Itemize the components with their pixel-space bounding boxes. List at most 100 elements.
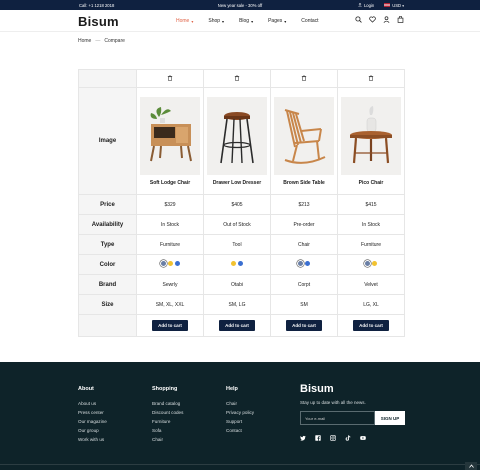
nav-pages-label: Pages	[268, 18, 283, 24]
empty-cell	[78, 314, 137, 337]
instagram-icon[interactable]	[330, 435, 336, 441]
twitter-icon[interactable]	[300, 435, 306, 441]
top-bar: Call: +1 1218 2018 New year sale - 30% o…	[0, 0, 480, 10]
trash-icon[interactable]	[301, 74, 307, 81]
nav-home[interactable]: Home ▾	[176, 18, 193, 24]
footer-logo[interactable]: Bisum	[300, 383, 405, 395]
cart-cell: Add to cart	[136, 314, 204, 337]
currency-label: USD	[392, 2, 402, 8]
color-swatch[interactable]	[305, 261, 310, 266]
footer-link[interactable]: Our group	[78, 428, 107, 433]
footer-link[interactable]: Chair	[226, 401, 254, 406]
footer-link[interactable]: Discount codes	[152, 410, 183, 415]
trash-icon[interactable]	[368, 74, 374, 81]
type-value: Furniture	[136, 234, 204, 255]
brand-value: Corpt	[270, 274, 338, 295]
row-label-price: Price	[78, 194, 137, 215]
color-cell	[270, 254, 338, 275]
product-image[interactable]	[274, 96, 334, 175]
color-swatch[interactable]	[231, 261, 236, 266]
footer-link[interactable]: Brand catalog	[152, 401, 183, 406]
product-image[interactable]	[341, 96, 401, 175]
nav-home-label: Home	[176, 18, 190, 24]
product-image[interactable]	[207, 96, 267, 175]
product-cell: Brown Side Table	[270, 87, 338, 195]
footer-link[interactable]: Furniture	[152, 419, 183, 424]
product-cell: Pico Chair	[337, 87, 405, 195]
footer-link[interactable]: Our magazine	[78, 419, 107, 424]
logo[interactable]: Bisum	[78, 14, 119, 29]
breadcrumb-home[interactable]: Home	[78, 38, 91, 44]
back-to-top-button[interactable]	[465, 462, 477, 470]
social-links	[300, 435, 405, 441]
user-icon	[358, 3, 362, 7]
brand-value: Velvet	[337, 274, 405, 295]
currency-selector[interactable]: USD ▾	[384, 3, 404, 8]
site-footer: About About us Press center Our magazine…	[0, 362, 480, 470]
availability-value: Pre-order	[270, 214, 338, 235]
product-name[interactable]: Brown Side Table	[271, 180, 337, 186]
remove-cell	[270, 69, 338, 88]
footer-tagline: Stay up to date with all the news.	[300, 400, 366, 405]
product-image[interactable]	[140, 96, 200, 175]
product-name[interactable]: Drawer Low Dresser	[204, 180, 270, 186]
remove-cell	[136, 69, 204, 88]
remove-cell	[337, 69, 405, 88]
image-row: Image Soft Lodge Chair Drawer Low Dresse…	[78, 87, 405, 195]
footer-link[interactable]: Press center	[78, 410, 107, 415]
login-link[interactable]: Login	[358, 3, 374, 8]
add-to-cart-button[interactable]: Add to cart	[353, 320, 389, 331]
breadcrumb-separator: —	[95, 38, 101, 44]
nav-shop[interactable]: Shop ▾	[208, 18, 224, 24]
nav-contact[interactable]: Contact	[301, 18, 318, 24]
nav-blog-label: Blog	[239, 18, 250, 24]
color-swatch[interactable]	[160, 261, 166, 266]
empty-cell	[78, 69, 137, 88]
trash-icon[interactable]	[167, 74, 173, 81]
footer-heading: Shopping	[152, 386, 178, 392]
add-to-cart-button[interactable]: Add to cart	[152, 320, 188, 331]
user-icon[interactable]	[383, 16, 390, 23]
footer-link[interactable]: Work with us	[78, 437, 107, 442]
footer-link[interactable]: Support	[226, 419, 254, 424]
nav-pages[interactable]: Pages ▾	[268, 18, 286, 24]
nav-blog[interactable]: Blog ▾	[239, 18, 253, 24]
footer-link[interactable]: Chair	[152, 437, 183, 442]
color-swatch[interactable]	[365, 261, 370, 266]
search-icon[interactable]	[355, 16, 362, 23]
chevron-down-icon: ▾	[402, 3, 404, 8]
tiktok-icon[interactable]	[345, 435, 351, 441]
add-to-cart-button[interactable]: Add to cart	[219, 320, 255, 331]
color-cell	[136, 254, 204, 275]
remove-cell	[203, 69, 271, 88]
color-swatches	[231, 261, 243, 266]
site-header: Bisum Home ▾ Shop ▾ Blog ▾ Pages ▾ Contact	[0, 10, 480, 32]
cart-icon[interactable]	[397, 16, 404, 23]
email-field[interactable]: Your e-mail	[300, 411, 375, 425]
product-name[interactable]: Pico Chair	[338, 180, 404, 186]
chevron-down-icon: ▾	[251, 18, 254, 24]
availability-value: In Stock	[136, 214, 204, 235]
color-cell	[203, 254, 271, 275]
product-name[interactable]: Soft Lodge Chair	[137, 180, 203, 186]
facebook-icon[interactable]	[315, 435, 321, 441]
color-swatch[interactable]	[174, 261, 180, 266]
footer-link[interactable]: Sofa	[152, 428, 183, 433]
footer-link[interactable]: Contact	[226, 428, 254, 433]
color-swatch[interactable]	[238, 261, 243, 266]
color-cell	[337, 254, 405, 275]
color-swatch[interactable]	[298, 261, 303, 266]
product-cell: Soft Lodge Chair	[136, 87, 204, 195]
color-swatch[interactable]	[167, 261, 173, 266]
footer-link[interactable]: Privacy policy	[226, 410, 254, 415]
chevron-down-icon: ▾	[284, 18, 287, 24]
size-value: SM	[270, 294, 338, 315]
youtube-icon[interactable]	[360, 435, 366, 441]
color-swatch[interactable]	[372, 261, 377, 266]
trash-icon[interactable]	[234, 74, 240, 81]
heart-icon[interactable]	[369, 16, 376, 23]
add-to-cart-button[interactable]: Add to cart	[286, 320, 322, 331]
footer-link[interactable]: About us	[78, 401, 107, 406]
size-value: LG, XL	[337, 294, 405, 315]
signup-button[interactable]: SIGN UP	[375, 411, 405, 425]
